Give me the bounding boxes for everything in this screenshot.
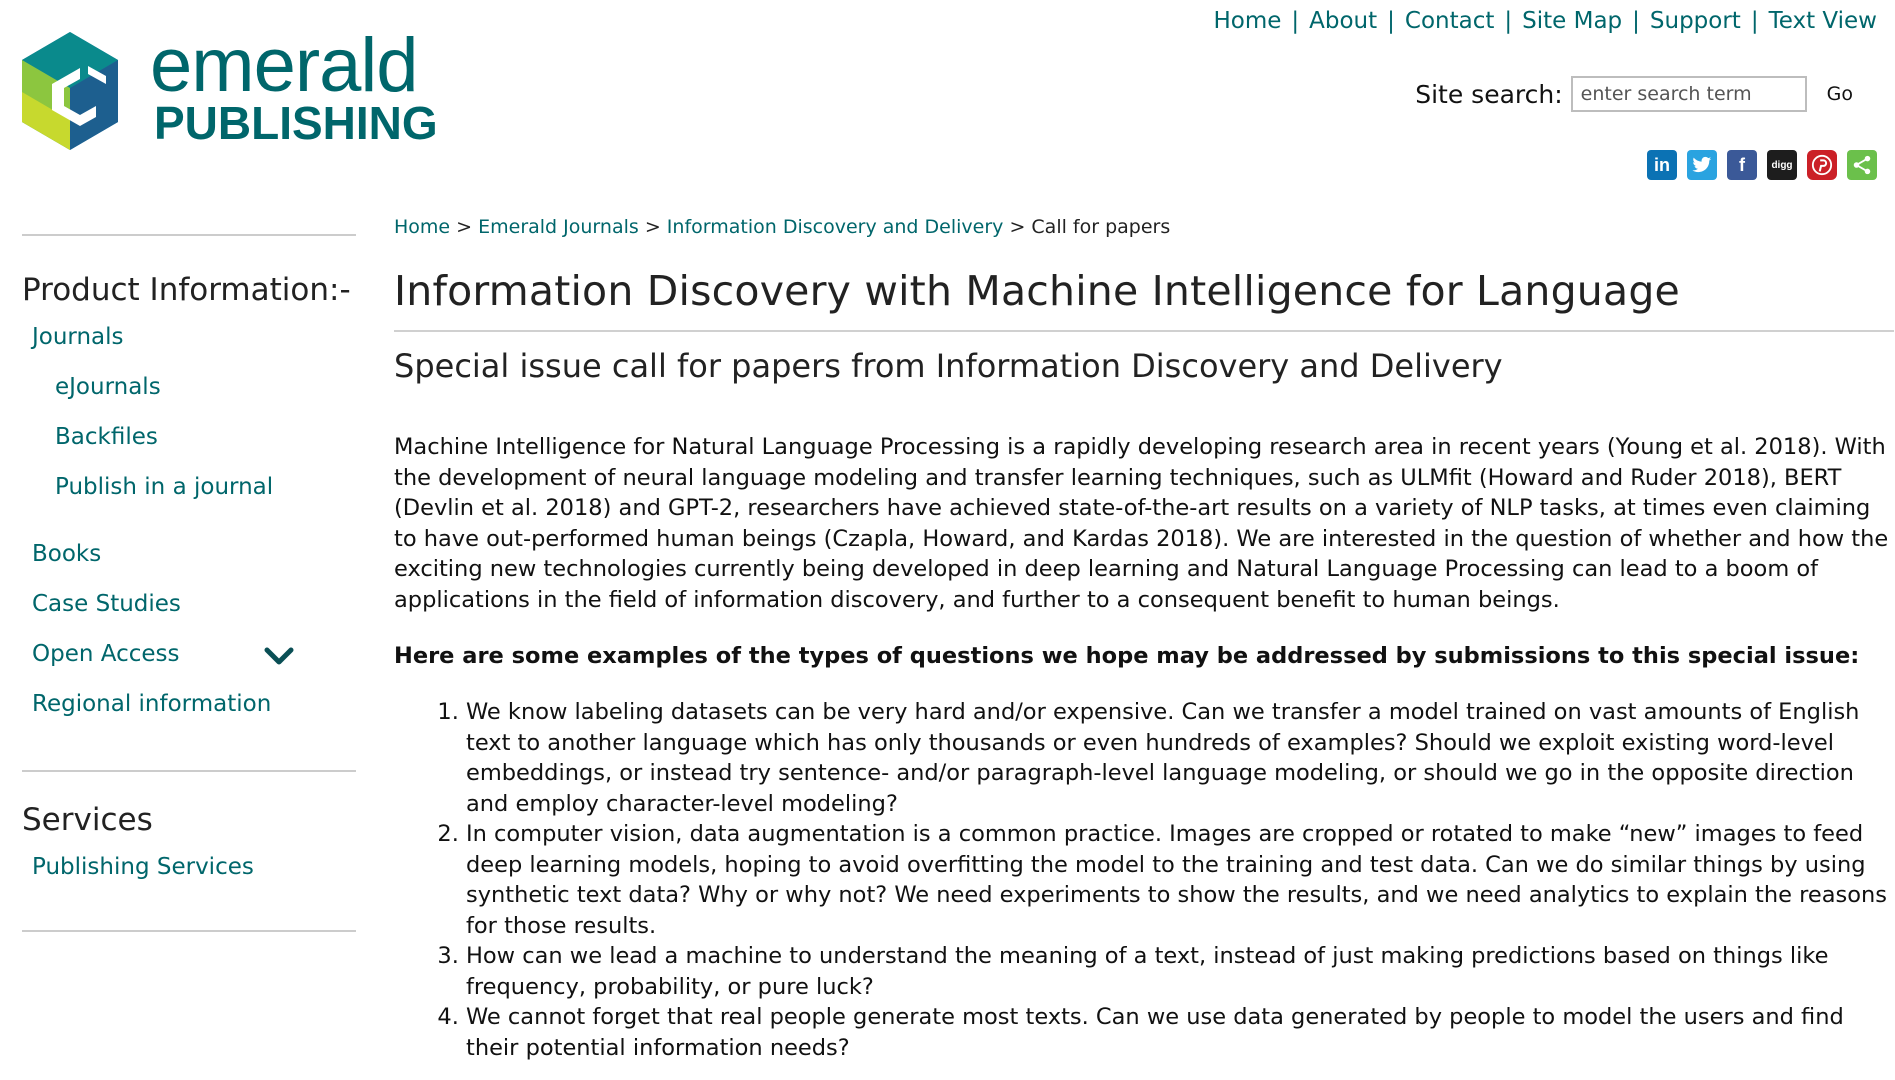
sidebar-link-ejournals[interactable]: eJournals <box>55 374 161 400</box>
question-item: How can we lead a machine to understand … <box>466 941 1894 1002</box>
topnav-textview-link[interactable]: Text View <box>1769 8 1877 34</box>
sidebar-heading-product-information: Product Information:- <box>22 272 351 308</box>
sidebar-link-journals[interactable]: Journals <box>32 324 124 350</box>
sidebar: Product Information:- Journals eJournals… <box>22 234 356 932</box>
breadcrumb-separator: > <box>644 216 661 238</box>
topnav-about-link[interactable]: About <box>1309 8 1377 34</box>
intro-paragraph: Machine Intelligence for Natural Languag… <box>394 434 1889 613</box>
sidebar-link-books[interactable]: Books <box>32 541 101 567</box>
sidebar-divider <box>22 770 356 772</box>
topnav-contact-link[interactable]: Contact <box>1405 8 1494 34</box>
sidebar-divider <box>22 234 356 236</box>
question-item: We cannot forget that real people genera… <box>466 1002 1894 1063</box>
question-item: In computer vision, data augmentation is… <box>466 819 1894 941</box>
social-share-bar: in f digg <box>1647 150 1877 180</box>
sidebar-services-list: Publishing Services <box>22 854 356 880</box>
topnav-separator: | <box>1387 8 1395 34</box>
digg-icon[interactable]: digg <box>1767 150 1797 180</box>
pinterest-p-icon <box>1811 154 1833 176</box>
emerald-publishing-logo[interactable]: emerald PUBLISHING <box>22 28 438 172</box>
digg-icon-glyph: digg <box>1771 159 1793 171</box>
share-icon[interactable] <box>1847 150 1877 180</box>
logo-wordmark-publishing: PUBLISHING <box>154 97 438 149</box>
chevron-down-icon[interactable] <box>262 639 296 673</box>
sidebar-divider <box>22 930 356 932</box>
sidebar-link-regional-information[interactable]: Regional information <box>32 691 271 717</box>
breadcrumb-link-home[interactable]: Home <box>394 216 450 238</box>
page-subtitle: Special issue call for papers from Infor… <box>394 347 1503 385</box>
sidebar-item-ejournals[interactable]: eJournals <box>22 374 356 400</box>
sidebar-item-publish-in-a-journal[interactable]: Publish in a journal <box>22 474 356 500</box>
sidebar-item-publishing-services[interactable]: Publishing Services <box>22 854 356 880</box>
breadcrumb-current: Call for papers <box>1031 216 1171 238</box>
breadcrumb-separator: > <box>1009 216 1026 238</box>
emerald-logo-mark-icon <box>22 32 118 150</box>
sidebar-item-case-studies[interactable]: Case Studies <box>22 591 356 617</box>
sidebar-item-open-access[interactable]: Open Access <box>22 641 356 667</box>
twitter-bird-icon <box>1692 156 1712 173</box>
topnav-separator: | <box>1504 8 1513 34</box>
sidebar-link-case-studies[interactable]: Case Studies <box>32 591 181 617</box>
breadcrumb-link-emerald-journals[interactable]: Emerald Journals <box>478 216 639 238</box>
sidebar-heading-services: Services <box>22 802 153 838</box>
share-nodes-icon <box>1853 155 1871 175</box>
topnav-home-link[interactable]: Home <box>1213 8 1281 34</box>
top-navigation: Home | About | Contact | Site Map | Supp… <box>1213 8 1877 34</box>
site-search-label: Site search: <box>1415 79 1563 109</box>
facebook-icon[interactable]: f <box>1727 150 1757 180</box>
site-search: Site search: Go <box>1415 76 1853 112</box>
questions-heading: Here are some examples of the types of q… <box>394 643 1860 669</box>
sidebar-item-journals[interactable]: Journals <box>22 324 356 350</box>
linkedin-icon-glyph: in <box>1654 154 1670 175</box>
sidebar-link-publishing-services[interactable]: Publishing Services <box>32 854 254 880</box>
topnav-separator: | <box>1632 8 1640 34</box>
question-item: We know labeling datasets can be very ha… <box>466 697 1894 819</box>
sidebar-link-publish-in-a-journal[interactable]: Publish in a journal <box>55 474 273 500</box>
breadcrumb-link-information-discovery-and-delivery[interactable]: Information Discovery and Delivery <box>667 216 1004 238</box>
sidebar-item-backfiles[interactable]: Backfiles <box>22 424 356 450</box>
sidebar-link-open-access[interactable]: Open Access <box>32 641 179 667</box>
page-title: Information Discovery with Machine Intel… <box>394 267 1680 315</box>
topnav-separator: | <box>1750 8 1759 34</box>
topnav-sitemap-link[interactable]: Site Map <box>1522 8 1622 34</box>
search-go-button[interactable]: Go <box>1827 83 1853 105</box>
breadcrumb-separator: > <box>456 216 473 238</box>
sidebar-product-list: Journals eJournals Backfiles Publish in … <box>22 324 356 717</box>
pinterest-icon[interactable] <box>1807 150 1837 180</box>
logo-wordmark-emerald: emerald <box>150 23 419 108</box>
sidebar-item-regional-information[interactable]: Regional information <box>22 691 356 717</box>
sidebar-link-backfiles[interactable]: Backfiles <box>55 424 158 450</box>
site-search-input[interactable] <box>1570 76 1807 112</box>
topnav-support-link[interactable]: Support <box>1650 8 1741 34</box>
twitter-icon[interactable] <box>1687 150 1717 180</box>
linkedin-icon[interactable]: in <box>1647 150 1677 180</box>
topnav-separator: | <box>1291 8 1300 34</box>
main-content: Home > Emerald Journals > Information Di… <box>394 216 1894 1063</box>
questions-list: We know labeling datasets can be very ha… <box>394 697 1894 1063</box>
breadcrumb: Home > Emerald Journals > Information Di… <box>394 216 1894 238</box>
facebook-icon-glyph: f <box>1739 154 1745 175</box>
sidebar-item-books[interactable]: Books <box>22 541 356 567</box>
title-divider <box>394 330 1894 332</box>
